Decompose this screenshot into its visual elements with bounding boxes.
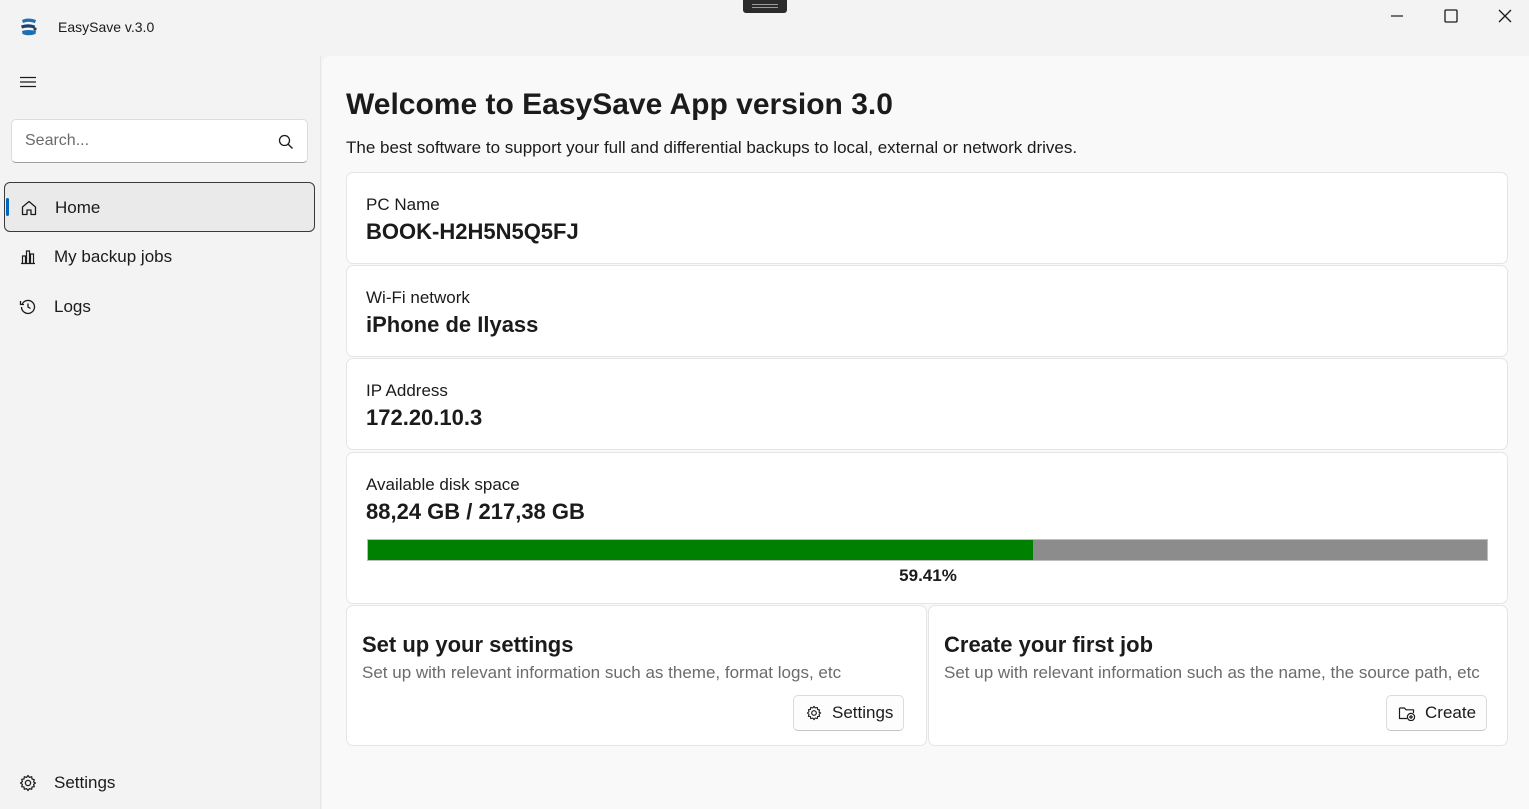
disk-space-card: Available disk space 88,24 GB / 217,38 G… [346,452,1508,604]
create-job-card-description: Set up with relevant information such as… [944,663,1480,682]
gear-icon [18,773,38,793]
minimize-button[interactable] [1370,0,1424,32]
maximize-icon [1444,9,1458,23]
disk-space-value: 88,24 GB / 217,38 GB [366,499,585,524]
create-job-action-card: Create your first job Set up with releva… [928,605,1508,746]
close-icon [1498,9,1512,23]
history-icon [18,297,38,317]
search-icon [278,134,293,149]
home-icon [19,198,39,218]
maximize-button[interactable] [1424,0,1478,32]
create-button-label: Create [1425,703,1477,722]
title-bar: EasySave v.3.0 [0,0,1529,56]
pc-name-label: PC Name [366,195,440,214]
settings-card-title: Set up your settings [362,632,574,657]
wifi-value: iPhone de Ilyass [366,312,539,337]
pc-name-card: PC Name BOOK-H2H5N5Q5FJ [346,172,1508,264]
ip-address-label: IP Address [366,381,448,400]
wifi-card: Wi-Fi network iPhone de Ilyass [346,265,1508,357]
gear-icon [805,704,823,722]
app-title: EasySave v.3.0 [58,19,155,35]
nav-label-settings: Settings [54,773,116,792]
drag-handle[interactable] [743,0,787,13]
search-box [11,119,308,163]
wifi-label: Wi-Fi network [366,288,470,307]
nav-item-home[interactable]: Home [4,182,315,232]
disk-usage-progress-bar [367,539,1488,561]
sidebar: Home My backup jobs Logs Settings [0,56,321,809]
active-indicator [6,198,9,216]
create-button[interactable]: Create [1386,695,1488,731]
create-job-card-title: Create your first job [944,632,1154,657]
app-window: EasySave v.3.0 Search... Home My backup … [0,0,1529,809]
page-title: Welcome to EasySave App version 3.0 [346,88,893,121]
nav-item-logs[interactable]: Logs [4,282,315,332]
disk-usage-progress-fill [368,540,1033,560]
app-logo [21,18,37,36]
hamburger-menu-button[interactable] [10,66,46,98]
page-subtitle: The best software to support your full a… [346,138,1078,157]
nav-label-my-backup-jobs: My backup jobs [54,247,173,266]
settings-card-description: Set up with relevant information such as… [362,663,842,682]
search-input[interactable] [12,120,262,162]
minimize-icon [1391,15,1403,17]
settings-button[interactable]: Settings [793,695,905,731]
disk-space-label: Available disk space [366,475,520,494]
hamburger-icon [20,76,36,88]
ip-address-value: 172.20.10.3 [366,405,483,430]
nav-item-settings[interactable]: Settings [4,758,315,808]
bar-chart-icon [18,247,38,267]
pc-name-value: BOOK-H2H5N5Q5FJ [366,219,579,244]
ip-address-card: IP Address 172.20.10.3 [346,358,1508,450]
nav-label-home: Home [55,198,101,217]
nav-label-logs: Logs [54,297,91,316]
settings-button-label: Settings [832,703,894,722]
disk-usage-percent: 59.41% [899,566,957,585]
folder-add-icon [1398,704,1416,722]
close-button[interactable] [1478,0,1529,32]
search-button[interactable] [276,132,296,152]
main-content: Welcome to EasySave App version 3.0 The … [322,56,1529,809]
settings-action-card: Set up your settings Set up with relevan… [346,605,927,746]
nav-item-my-backup-jobs[interactable]: My backup jobs [4,232,315,282]
